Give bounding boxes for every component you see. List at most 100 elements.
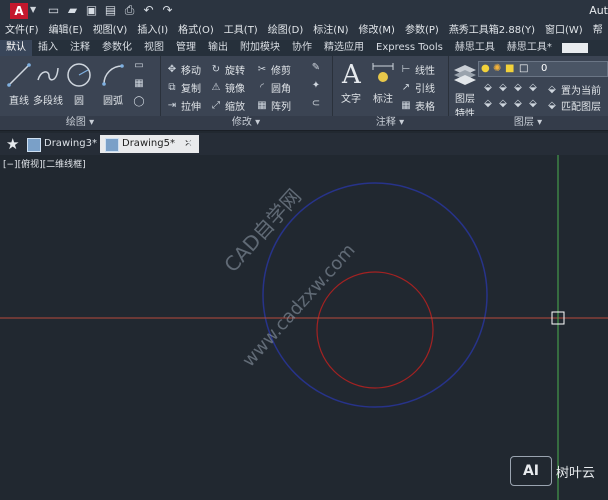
- saveas-icon[interactable]: ▤: [103, 3, 118, 18]
- rectangle-button[interactable]: ▭: [133, 60, 145, 72]
- tab-annotate[interactable]: 注释: [64, 40, 96, 56]
- annotation-panel-title[interactable]: 注释 ▾: [332, 116, 448, 130]
- menu-params[interactable]: 参数(P): [400, 22, 444, 40]
- drawing-file-icon: [105, 138, 119, 152]
- menu-window[interactable]: 窗口(W): [540, 22, 588, 40]
- app-menu-caret-icon[interactable]: ▼: [30, 5, 36, 14]
- tab-hesi[interactable]: 赫思工具: [449, 40, 501, 56]
- circle-tool[interactable]: 圆: [66, 62, 92, 107]
- title-bar: A ▼ ▭ ▰ ▣ ▤ ⎙ ↶ ↷ Aut: [0, 0, 608, 22]
- drawing-canvas[interactable]: [−][俯视][二维线框] CAD自学网 www.cadzxw.com: [0, 155, 608, 500]
- menu-help[interactable]: 帮: [588, 22, 608, 40]
- new-tab-plus-icon[interactable]: +: [184, 135, 196, 151]
- menu-modify[interactable]: 修改(M): [354, 22, 400, 40]
- tab-view[interactable]: 视图: [138, 40, 170, 56]
- trim-button[interactable]: ✂ 修剪: [256, 62, 291, 78]
- layer-on-icon[interactable]: ⬙: [482, 98, 494, 110]
- mirror-button[interactable]: ⚠ 镜像: [210, 80, 245, 96]
- annotation-panel: A 文字 标注 ⊢ 线性 ↗ 引线 ▦ 表格 注释 ▾: [332, 56, 449, 130]
- menu-draw[interactable]: 绘图(D): [263, 22, 309, 40]
- menu-insert[interactable]: 插入(I): [132, 22, 173, 40]
- match-layer-button[interactable]: ⬙ 匹配图层: [546, 98, 601, 114]
- layer-properties-icon: [454, 65, 476, 85]
- menu-tools[interactable]: 工具(T): [219, 22, 263, 40]
- tab-express[interactable]: Express Tools: [370, 40, 449, 56]
- circle-icon: [67, 63, 91, 87]
- explode-button[interactable]: ✦: [310, 80, 322, 92]
- menu-yanxiu[interactable]: 燕秀工具箱2.88(Y): [444, 22, 540, 40]
- table-label: 表格: [415, 102, 435, 113]
- layer-off-icon[interactable]: ⬙: [482, 82, 494, 94]
- match-layer-icon: ⬙: [548, 99, 556, 111]
- undo-icon[interactable]: ↶: [141, 3, 156, 18]
- app-logo[interactable]: A: [10, 3, 28, 19]
- draw-panel-title[interactable]: 绘图 ▾: [0, 116, 160, 130]
- fillet-button[interactable]: ◜ 圆角: [256, 80, 291, 96]
- scale-icon: ⤢: [212, 99, 220, 111]
- ellipse-icon: ◯: [133, 96, 145, 107]
- layer-panel-title[interactable]: 图层 ▾: [448, 116, 608, 130]
- layer-unlock-icon[interactable]: ⬙: [527, 98, 539, 110]
- offset-button[interactable]: ⊂: [310, 98, 322, 110]
- array-button[interactable]: ▦ 阵列: [256, 98, 291, 114]
- leader-button[interactable]: ↗ 引线: [400, 80, 435, 96]
- layer-unisolate-icon[interactable]: ⬙: [497, 98, 509, 110]
- set-current-button[interactable]: ⬙ 置为当前: [546, 82, 601, 98]
- inner-circle[interactable]: [316, 271, 434, 389]
- new-icon[interactable]: ▭: [46, 3, 61, 18]
- scale-button[interactable]: ⤢ 缩放: [210, 98, 245, 114]
- draw-panel-title-text: 绘图: [65, 117, 86, 128]
- move-button[interactable]: ✥ 移动: [166, 62, 201, 78]
- array-label: 阵列: [271, 102, 291, 113]
- menu-format[interactable]: 格式(O): [173, 22, 219, 40]
- erase-button[interactable]: ✎: [310, 62, 322, 74]
- save-icon[interactable]: ▣: [84, 3, 99, 18]
- line-label: 直线: [9, 96, 29, 107]
- rotate-button[interactable]: ↻ 旋转: [210, 62, 245, 78]
- layer-lock-icon[interactable]: ⬙: [527, 82, 539, 94]
- dimension-icon: [372, 63, 394, 82]
- tab-parametric[interactable]: 参数化: [96, 40, 138, 56]
- print-icon[interactable]: ⎙: [122, 3, 137, 18]
- menu-view[interactable]: 视图(V): [88, 22, 133, 40]
- tab-addins[interactable]: 附加模块: [234, 40, 286, 56]
- redo-icon[interactable]: ↷: [160, 3, 175, 18]
- drawing-svg: [0, 155, 608, 500]
- tab-collaborate[interactable]: 协作: [286, 40, 318, 56]
- doc-tab-drawing3[interactable]: Drawing3*: [22, 135, 103, 153]
- copy-button[interactable]: ⧉ 复制: [166, 80, 201, 96]
- hatch-button[interactable]: ▦: [133, 78, 145, 90]
- open-icon[interactable]: ▰: [65, 3, 80, 18]
- ribbon-options-dropdown[interactable]: [561, 43, 588, 53]
- tab-output[interactable]: 输出: [202, 40, 234, 56]
- polyline-tool[interactable]: 多段线: [33, 62, 63, 107]
- linear-dim-button[interactable]: ⊢ 线性: [400, 62, 435, 78]
- modify-panel-title[interactable]: 修改 ▾: [160, 116, 332, 130]
- tab-featured[interactable]: 精选应用: [318, 40, 370, 56]
- dimension-tool[interactable]: 标注: [370, 60, 396, 105]
- modify-panel: ✥ 移动 ↻ 旋转 ✂ 修剪 ⧉ 复制 ⚠ 镜像 ◜ 圆角 ⇥ 拉伸 ⤢ 缩放 ▦ 阵列 ✎ ✦ …: [160, 56, 333, 130]
- mirror-icon: ⚠: [211, 81, 221, 93]
- layer-freeze-icon[interactable]: ⬙: [512, 82, 524, 94]
- menu-file[interactable]: 文件(F): [0, 22, 44, 40]
- line-tool[interactable]: 直线: [6, 62, 32, 107]
- tab-manage[interactable]: 管理: [170, 40, 202, 56]
- tab-insert[interactable]: 插入: [32, 40, 64, 56]
- tab-default[interactable]: 默认: [0, 40, 32, 56]
- arc-tool[interactable]: 圆弧: [100, 62, 126, 107]
- layer-thaw-icon[interactable]: ⬙: [512, 98, 524, 110]
- ellipse-button[interactable]: ◯: [133, 96, 145, 108]
- start-star-icon[interactable]: ★: [6, 135, 19, 153]
- layer-properties-tool[interactable]: 图层 特性: [452, 60, 478, 120]
- stretch-button[interactable]: ⇥ 拉伸: [166, 98, 201, 114]
- ribbon: 直线 多段线 圆 圆弧 ▭ ▦ ◯ 绘图 ▾ ✥ 移动 ↻ 旋转 ✂ 修剪 ⧉ 复制 ⚠…: [0, 56, 608, 131]
- erase-icon: ✎: [311, 62, 321, 73]
- layer-dropdown[interactable]: ● ✺ ■ □ 0: [478, 61, 608, 77]
- table-button[interactable]: ▦ 表格: [400, 98, 435, 114]
- text-tool[interactable]: A 文字: [338, 60, 364, 105]
- menu-edit[interactable]: 编辑(E): [44, 22, 88, 40]
- polyline-icon: [37, 67, 59, 81]
- tab-hesi-2[interactable]: 赫思工具*: [501, 40, 558, 56]
- layer-isolate-icon[interactable]: ⬙: [497, 82, 509, 94]
- menu-dimension[interactable]: 标注(N): [308, 22, 353, 40]
